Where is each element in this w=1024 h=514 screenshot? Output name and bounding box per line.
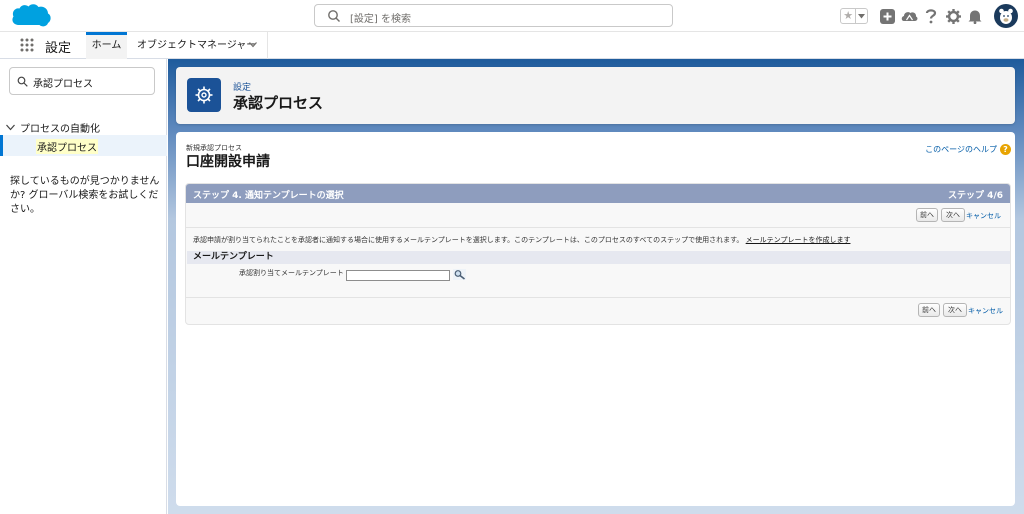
search-icon <box>328 10 340 22</box>
search-placeholder: [設定] を検索 <box>350 14 411 25</box>
page-title: 承認プロセス <box>233 94 324 112</box>
chevron-down-icon[interactable] <box>6 124 15 131</box>
previous-button[interactable]: 前へ <box>918 303 940 317</box>
salesforce-logo[interactable] <box>10 3 52 29</box>
cancel-link[interactable]: キャンセル <box>966 211 1001 221</box>
main-content-area: 設定 承認プロセス 新規承認プロセス 口座開設申請 このページのヘルプ ? ステ… <box>168 59 1024 514</box>
chevron-down-icon[interactable] <box>249 42 257 48</box>
app-nav-bar: 設定 ホーム オブジェクトマネージャー <box>0 32 1024 59</box>
trailhead-icon[interactable] <box>900 7 918 25</box>
tab-object-manager[interactable]: オブジェクトマネージャー <box>132 32 268 59</box>
field-label: 承認割り当てメールテンプレート <box>239 269 344 277</box>
step-description: 承認申請が割り当てられたことを承認者に通知する場合に使用するメールテンプレートを… <box>193 235 850 245</box>
cancel-link[interactable]: キャンセル <box>968 306 1003 316</box>
header-icons: ★ <box>840 3 1018 29</box>
bottom-button-row: 前へ 次へ キャンセル <box>186 297 1010 323</box>
next-button[interactable]: 次へ <box>943 303 967 317</box>
help-icon[interactable]: ? <box>1000 144 1011 155</box>
setup-gear-icon[interactable] <box>944 7 962 25</box>
content-card: 新規承認プロセス 口座開設申請 このページのヘルプ ? ステップ 4. 通知テン… <box>176 132 1015 506</box>
setup-sidebar: 承認プロセス プロセスの自動化 承認プロセス 探しているものが見つかりませんか?… <box>0 59 167 514</box>
help-link-group[interactable]: このページのヘルプ ? <box>925 144 1011 155</box>
create-email-template-link[interactable]: メールテンプレートを作成します <box>746 236 851 244</box>
tab-object-manager-label: オブジェクトマネージャー <box>137 40 257 51</box>
step-counter: ステップ 4/6 <box>948 191 1003 201</box>
favorites-button[interactable]: ★ <box>840 8 868 24</box>
email-template-field[interactable] <box>346 270 450 281</box>
tree-item-process-automation[interactable]: プロセスの自動化 <box>6 120 100 135</box>
help-icon[interactable] <box>922 7 940 25</box>
quick-find-value: 承認プロセス <box>33 79 93 90</box>
tree-parent-label: プロセスの自動化 <box>20 124 100 135</box>
section-header: メールテンプレート <box>187 251 1010 264</box>
not-found-hint: 探しているものが見つかりませんか? グローバル検索をお試しください。 <box>10 176 160 215</box>
favorites-dropdown-icon[interactable] <box>855 9 867 23</box>
setup-gear-icon <box>187 78 221 112</box>
page-header: 設定 承認プロセス <box>176 67 1015 124</box>
top-button-row: 前へ 次へ キャンセル <box>186 203 1010 228</box>
step-title: ステップ 4. 通知テンプレートの選択 <box>193 191 344 201</box>
tab-home-label: ホーム <box>91 40 122 51</box>
app-name: 設定 <box>45 41 72 56</box>
user-avatar-icon[interactable] <box>994 4 1018 28</box>
record-title: 口座開設申請 <box>186 154 270 170</box>
global-search-input[interactable]: [設定] を検索 <box>314 4 673 27</box>
help-link[interactable]: このページのヘルプ <box>925 144 997 155</box>
quick-find-input[interactable]: 承認プロセス <box>9 67 155 95</box>
search-icon <box>17 76 28 87</box>
previous-button[interactable]: 前へ <box>916 208 938 222</box>
description-text: 承認申請が割り当てられたことを承認者に通知する場合に使用するメールテンプレートを… <box>193 236 744 244</box>
tree-item-approval-processes[interactable]: 承認プロセス <box>0 135 167 156</box>
favorites-star-icon[interactable]: ★ <box>841 9 855 23</box>
global-actions-icon[interactable] <box>878 7 896 25</box>
tree-child-label: 承認プロセス <box>36 139 98 154</box>
wizard-panel: ステップ 4. 通知テンプレートの選択 ステップ 4/6 前へ 次へ キャンセル… <box>185 183 1011 325</box>
step-header-bar: ステップ 4. 通知テンプレートの選択 ステップ 4/6 <box>186 184 1010 203</box>
tab-home[interactable]: ホーム <box>86 32 127 59</box>
notifications-bell-icon[interactable] <box>966 7 984 25</box>
global-header: [設定] を検索 ★ <box>0 0 1024 32</box>
app-launcher-icon[interactable] <box>20 38 34 52</box>
lookup-search-icon[interactable] <box>453 269 466 280</box>
next-button[interactable]: 次へ <box>941 208 965 222</box>
